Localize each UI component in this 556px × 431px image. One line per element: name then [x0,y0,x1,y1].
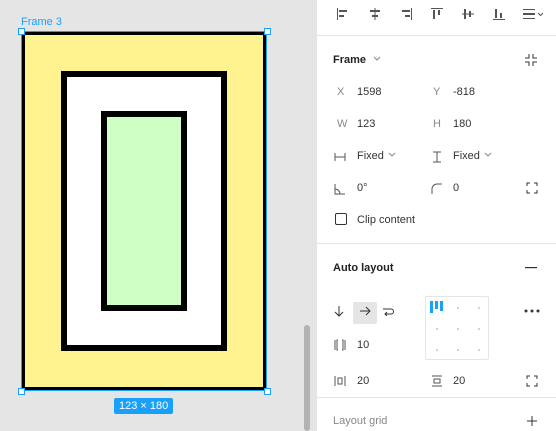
resize-handle-top-left[interactable] [18,28,25,35]
horizontal-padding-icon [333,374,347,388]
spacing-icon [333,338,347,352]
horizontal-direction-icon[interactable] [357,303,373,319]
w-label: W [337,118,348,130]
spacing-input[interactable]: 10 [357,339,369,351]
rotation-icon [333,182,347,196]
more-options-icon[interactable] [523,304,541,318]
corner-radius-input[interactable]: 0 [453,182,459,194]
frame-name-label[interactable]: Frame 3 [21,16,62,28]
canvas[interactable]: Frame 3 123 × 180 [0,0,316,431]
horizontal-resizing-icon [333,150,347,164]
alignment-dot[interactable] [457,328,459,330]
vertical-padding-icon [430,374,444,388]
align-vertical-center-icon[interactable] [456,4,480,24]
alignment-dot[interactable] [478,349,480,351]
w-input[interactable]: 123 [357,118,375,130]
y-label: Y [433,86,441,98]
properties-panel: Frame X 1598 Y -818 W 123 H 180 Fixed Fi… [316,0,556,431]
resize-handle-top-right[interactable] [264,28,271,35]
height-sizing-dropdown[interactable]: Fixed [453,150,493,162]
individual-padding-icon[interactable] [524,373,540,389]
remove-auto-layout-icon[interactable] [523,260,539,276]
chevron-down-icon [484,152,492,157]
x-input[interactable]: 1598 [357,86,381,98]
resize-handle-bottom-left[interactable] [18,388,25,395]
auto-layout-title: Auto layout [333,262,394,274]
align-right-icon[interactable] [394,4,418,24]
inner-rectangle[interactable] [101,111,187,311]
chevron-down-icon [373,56,381,61]
align-bottom-icon[interactable] [487,4,511,24]
align-top-icon[interactable] [425,4,449,24]
alignment-grid[interactable] [425,296,489,360]
rotation-input[interactable]: 0° [357,182,368,194]
canvas-scrollbar[interactable] [304,325,310,431]
frame-section: Frame X 1598 Y -818 W 123 H 180 Fixed Fi… [317,36,556,244]
layout-grid-section: Layout grid [317,398,556,431]
chevron-down-icon [388,152,396,157]
alignment-dot[interactable] [478,328,480,330]
resize-handle-bottom-right[interactable] [264,388,271,395]
align-left-icon[interactable] [331,4,355,24]
layout-grid-title[interactable]: Layout grid [333,415,387,427]
add-layout-grid-icon[interactable] [524,413,540,429]
frame-section-title[interactable]: Frame [333,54,382,66]
alignment-bar [440,301,443,311]
independent-corners-icon[interactable] [524,180,540,196]
corner-radius-icon [430,182,444,196]
horizontal-padding-input[interactable]: 20 [357,375,369,387]
y-input[interactable]: -818 [453,86,475,98]
auto-layout-section: Auto layout 10 20 20 [317,244,556,398]
distribute-icon[interactable] [518,4,548,24]
width-sizing-dropdown[interactable]: Fixed [357,150,397,162]
alignment-dot[interactable] [478,307,480,309]
align-horizontal-center-icon[interactable] [363,4,387,24]
alignment-dot[interactable] [457,307,459,309]
x-label: X [337,86,345,98]
wrap-direction-icon[interactable] [380,303,396,319]
clip-content-checkbox[interactable] [335,213,347,225]
vertical-direction-icon[interactable] [331,303,347,319]
alignment-toolbar [317,0,556,36]
h-input[interactable]: 180 [453,118,471,130]
alignment-bar [430,301,433,313]
alignment-dot[interactable] [457,349,459,351]
vertical-padding-input[interactable]: 20 [453,375,465,387]
alignment-dot[interactable] [436,349,438,351]
vertical-resizing-icon [430,150,444,164]
collapse-frame-icon[interactable] [523,52,539,68]
clip-content-label[interactable]: Clip content [357,214,415,226]
alignment-dot[interactable] [436,328,438,330]
size-badge: 123 × 180 [114,398,174,414]
h-label: H [433,118,441,130]
alignment-bar [435,301,438,309]
